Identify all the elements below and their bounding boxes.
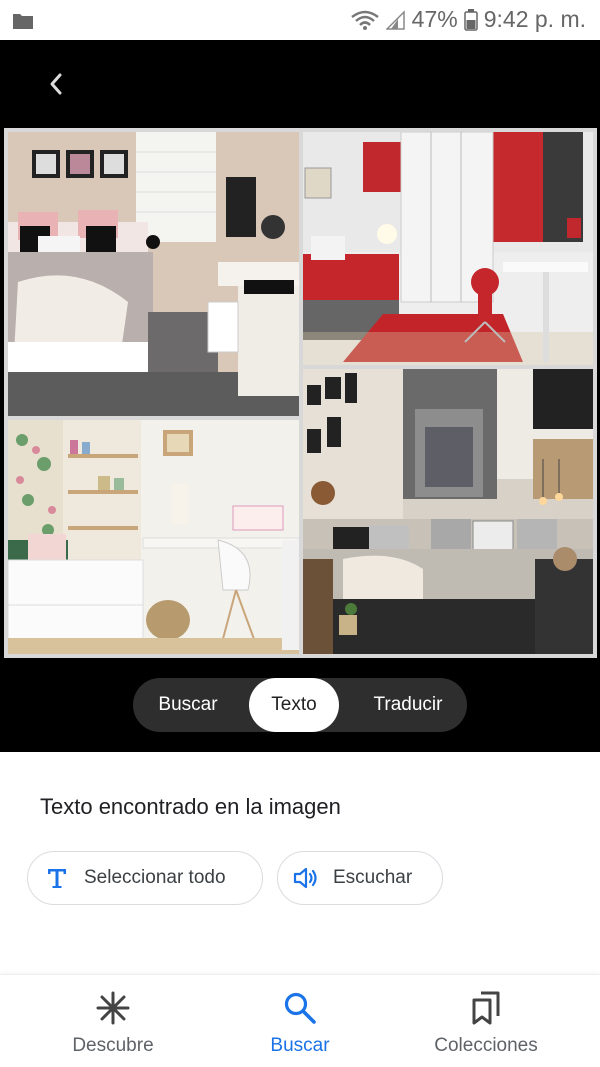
text-format-icon	[44, 865, 70, 891]
nav-buscar[interactable]: Buscar	[220, 989, 380, 1057]
image-viewer: Buscar Texto Traducir	[0, 40, 600, 752]
signal-icon	[385, 9, 406, 30]
nav-colecciones[interactable]: Colecciones	[406, 989, 566, 1057]
tab-traducir[interactable]: Traducir	[353, 678, 463, 732]
select-all-label: Seleccionar todo	[84, 867, 226, 888]
results-panel: Texto encontrado en la imagen Selecciona…	[0, 752, 600, 974]
clock: 9:42 p. m.	[483, 6, 586, 32]
chevron-left-icon	[50, 73, 62, 95]
bedroom-photo-2	[303, 132, 593, 365]
speaker-icon	[293, 865, 319, 891]
bedroom-photo-1	[8, 132, 299, 416]
bottom-navigation: Descubre Buscar Colecciones	[0, 974, 600, 1067]
wifi-icon	[350, 9, 380, 31]
asterisk-icon	[94, 989, 132, 1027]
tab-texto[interactable]: Texto	[249, 678, 339, 732]
results-title: Texto encontrado en la imagen	[40, 794, 341, 819]
bedroom-photo-4	[303, 369, 593, 654]
nav-label-colecciones: Colecciones	[434, 1035, 538, 1056]
tab-buscar[interactable]: Buscar	[133, 678, 243, 732]
listen-button[interactable]: Escuchar	[277, 851, 443, 905]
mode-tabs: Buscar Texto Traducir	[133, 678, 467, 732]
bedroom-photo-3	[8, 420, 299, 654]
battery-percent: 47%	[411, 6, 458, 32]
status-indicators: 47% 9:42 p. m.	[350, 6, 586, 33]
back-button[interactable]	[36, 64, 76, 104]
status-bar: 47% 9:42 p. m.	[0, 0, 600, 40]
nav-descubre[interactable]: Descubre	[33, 989, 193, 1057]
select-all-button[interactable]: Seleccionar todo	[27, 851, 263, 905]
nav-label-buscar: Buscar	[270, 1035, 330, 1056]
nav-label-descubre: Descubre	[72, 1035, 154, 1056]
battery-icon	[463, 8, 478, 31]
search-icon	[281, 989, 319, 1027]
folder-icon	[12, 12, 34, 35]
listen-label: Escuchar	[333, 867, 413, 888]
bookmarks-icon	[467, 989, 505, 1027]
image-collage[interactable]	[4, 128, 597, 658]
